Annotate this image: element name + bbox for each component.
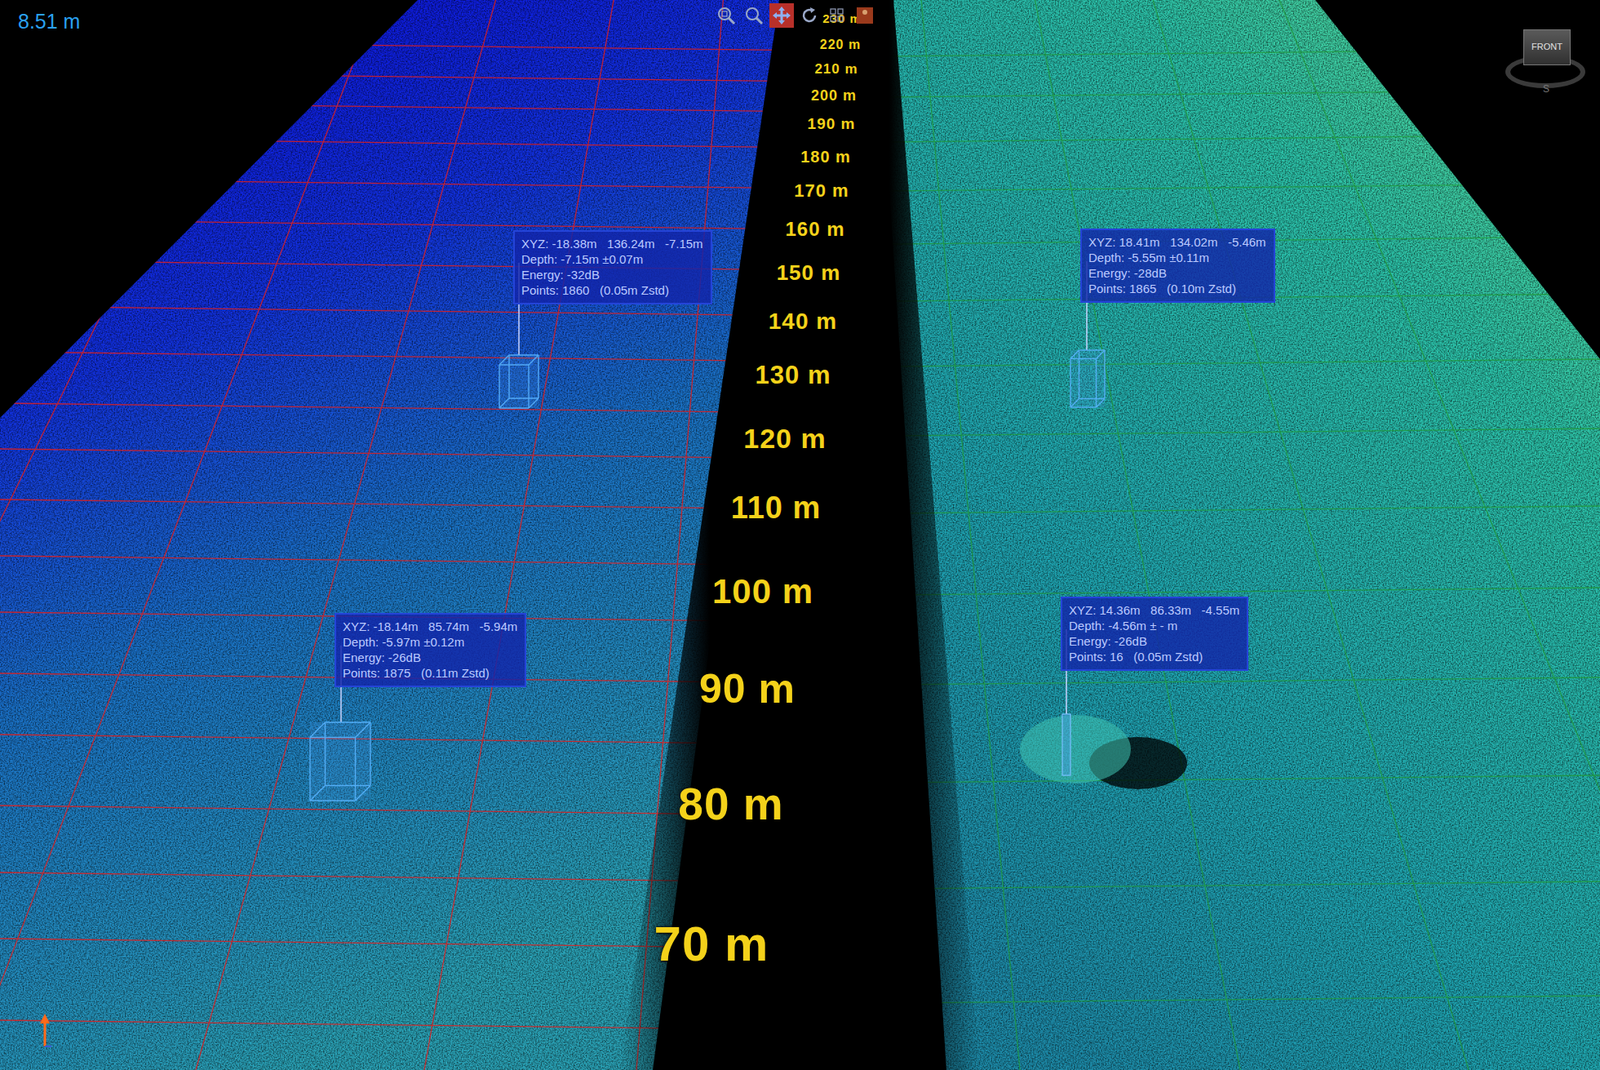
- zoom-icon: [743, 4, 765, 27]
- fit-icon: [828, 4, 847, 27]
- point-cloud-viewer[interactable]: 8.51 m230 m220 m210 m200 m190 m180 m170 …: [0, 0, 1600, 1070]
- marker-tooltip: XYZ: 14.36m 86.33m -4.55mDepth: -4.56m ±…: [1060, 596, 1249, 671]
- rotate-button[interactable]: [797, 3, 822, 28]
- tooltip-depth: Depth: -4.56m ± - m: [1068, 617, 1240, 634]
- range-label: 180 m: [800, 147, 851, 167]
- tooltip-energy: Energy: -26dB: [342, 649, 518, 665]
- tooltip-depth: Depth: -5.97m ±0.12m: [342, 633, 518, 650]
- range-label: 90 m: [699, 664, 796, 713]
- nadir-gap: [620, 0, 980, 1070]
- marker-tooltip: XYZ: 18.41m 134.02m -5.46mDepth: -5.55m …: [1080, 228, 1276, 303]
- settings-button[interactable]: [852, 3, 878, 28]
- pan-button[interactable]: [769, 3, 794, 28]
- tooltip-energy: Energy: -28dB: [1088, 265, 1267, 281]
- tooltip-points: Points: 1860 (0.05m Zstd): [521, 282, 704, 298]
- tooltip-points: Points: 1875 (0.11m Zstd): [342, 664, 518, 681]
- tooltip-energy: Energy: -32dB: [521, 266, 704, 283]
- cube-face[interactable]: FRONT: [1523, 29, 1571, 66]
- range-label: 100 m: [712, 571, 814, 612]
- scale-label: 8.51 m: [17, 9, 80, 34]
- marker-tooltip: XYZ: -18.38m 136.24m -7.15mDepth: -7.15m…: [513, 230, 713, 305]
- seamount: [1019, 714, 1131, 784]
- zoom-window-icon: [715, 4, 737, 27]
- fit-button[interactable]: [824, 3, 850, 28]
- range-label: 150 m: [776, 260, 842, 286]
- range-label: 110 m: [731, 490, 822, 526]
- range-label: 130 m: [755, 360, 832, 391]
- view-cube[interactable]: FRONT S: [1502, 24, 1592, 98]
- tooltip-xyz: XYZ: 18.41m 134.02m -5.46m: [1088, 234, 1267, 250]
- range-label: 160 m: [784, 217, 845, 241]
- range-label: 170 m: [793, 180, 849, 202]
- zoom-button[interactable]: [741, 3, 767, 28]
- starboard-texture: [877, 0, 1600, 1070]
- settings-icon: [855, 4, 875, 27]
- pan-icon: [771, 4, 793, 27]
- range-label: 200 m: [811, 87, 857, 105]
- compass-heading: S: [1542, 83, 1550, 95]
- tooltip-depth: Depth: -5.55m ±0.11m: [1088, 249, 1267, 266]
- rotate-icon: [798, 4, 820, 27]
- range-label: 220 m: [819, 37, 861, 53]
- range-label: 140 m: [768, 308, 838, 335]
- tooltip-points: Points: 16 (0.05m Zstd): [1068, 648, 1240, 665]
- tooltip-energy: Energy: -26dB: [1068, 633, 1240, 649]
- zoom-window-button[interactable]: [713, 3, 739, 28]
- marker-tooltip: XYZ: -18.14m 85.74m -5.94mDepth: -5.97m …: [334, 612, 527, 687]
- up-axis-icon: [36, 1011, 54, 1048]
- seafloor-canvas[interactable]: [0, 0, 1600, 1070]
- range-label: 190 m: [807, 115, 856, 133]
- range-label: 120 m: [743, 422, 826, 455]
- range-label: 80 m: [678, 777, 784, 830]
- range-label: 210 m: [814, 61, 858, 78]
- tooltip-xyz: XYZ: 14.36m 86.33m -4.55m: [1068, 602, 1240, 618]
- starboard-swath: [877, 0, 1600, 1070]
- tooltip-depth: Depth: -7.15m ±0.07m: [521, 251, 704, 267]
- tooltip-points: Points: 1865 (0.10m Zstd): [1088, 280, 1267, 297]
- tooltip-xyz: XYZ: -18.38m 136.24m -7.15m: [521, 235, 704, 252]
- range-label: 70 m: [654, 915, 770, 972]
- view-toolbar: [713, 3, 878, 28]
- tooltip-xyz: XYZ: -18.14m 85.74m -5.94m: [342, 618, 518, 634]
